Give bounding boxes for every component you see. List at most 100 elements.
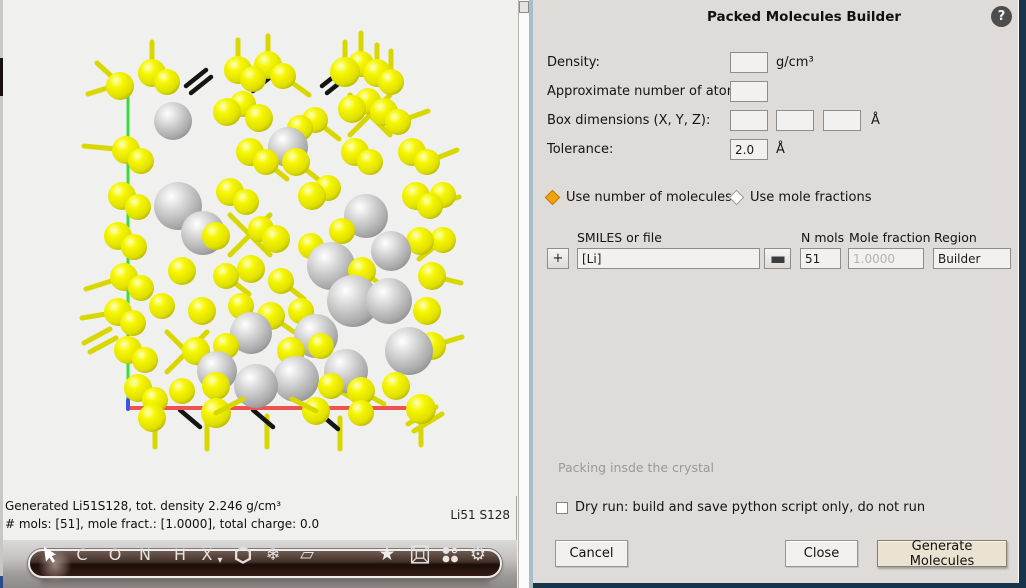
sulfur-atom[interactable] bbox=[154, 69, 180, 95]
element-x-tool[interactable]: X bbox=[202, 540, 213, 569]
sulfur-atom[interactable] bbox=[253, 149, 279, 175]
sulfur-atom[interactable] bbox=[385, 109, 411, 135]
sulfur-atom[interactable] bbox=[270, 63, 296, 89]
use-mole-fractions-label: Use mole fractions bbox=[750, 190, 872, 205]
oxygen-tool[interactable]: O bbox=[109, 540, 122, 569]
sulfur-atom[interactable] bbox=[106, 72, 134, 100]
splitter-handle[interactable] bbox=[519, 1, 529, 13]
lithium-atom[interactable] bbox=[385, 327, 433, 375]
app-window: Generated Li51S128, tot. density 2.246 g… bbox=[0, 0, 1026, 588]
lithium-atom[interactable] bbox=[366, 278, 412, 324]
select-cursor-icon[interactable] bbox=[42, 540, 58, 569]
carbon-tool[interactable]: C bbox=[76, 540, 87, 569]
dry-run-label: Dry run: build and save python script on… bbox=[575, 500, 925, 515]
sulfur-atom[interactable] bbox=[418, 262, 446, 290]
add-row-button[interactable]: + bbox=[547, 248, 569, 269]
box-unit: Å bbox=[871, 113, 880, 128]
box-dimensions-label: Box dimensions (X, Y, Z): bbox=[547, 113, 710, 128]
sulfur-atom[interactable] bbox=[128, 148, 154, 174]
hydrogen-tool[interactable]: H bbox=[174, 540, 186, 569]
dialog-title: Packed Molecules Builder bbox=[533, 9, 1019, 25]
cancel-button[interactable]: Cancel bbox=[555, 540, 628, 567]
smiles-input[interactable] bbox=[577, 248, 760, 269]
sulfur-atom[interactable] bbox=[233, 189, 259, 215]
sulfur-atom[interactable] bbox=[338, 95, 366, 123]
toolbar-reflection bbox=[40, 580, 490, 588]
sulfur-atom[interactable] bbox=[125, 194, 151, 220]
sulfur-atom[interactable] bbox=[357, 149, 383, 175]
nitrogen-tool[interactable]: N bbox=[139, 540, 151, 569]
editor-toolbar: C O N H X ▾ ❄ ▱ ★ bbox=[0, 540, 517, 588]
ring-tool-icon[interactable] bbox=[234, 540, 253, 569]
sulfur-atom[interactable] bbox=[382, 372, 410, 400]
packed-molecules-builder-panel: Packed Molecules Builder ? Density: g/cm… bbox=[533, 0, 1026, 588]
settings-gear-icon[interactable]: ⚙ bbox=[470, 540, 486, 569]
panel-splitter[interactable] bbox=[518, 0, 529, 588]
folder-icon bbox=[771, 253, 785, 264]
sulfur-atom[interactable] bbox=[132, 347, 158, 373]
browse-file-button[interactable] bbox=[764, 248, 791, 269]
sulfur-atom[interactable] bbox=[268, 268, 294, 294]
element-dropdown-icon[interactable]: ▾ bbox=[217, 546, 222, 575]
generate-molecules-button[interactable]: Generate Molecules bbox=[877, 540, 1007, 567]
sulfur-atom[interactable] bbox=[149, 293, 175, 319]
region-input[interactable] bbox=[933, 248, 1011, 269]
box-x-input[interactable] bbox=[730, 110, 768, 131]
sulfur-atom[interactable] bbox=[237, 255, 265, 283]
dry-run-checkbox[interactable] bbox=[556, 502, 568, 514]
sulfur-atom[interactable] bbox=[138, 404, 166, 432]
tolerance-label: Tolerance: bbox=[547, 142, 613, 157]
sulfur-atom[interactable] bbox=[121, 234, 147, 260]
sulfur-atom[interactable] bbox=[262, 225, 290, 253]
favorites-icon[interactable]: ★ bbox=[378, 540, 395, 569]
sulfur-atom[interactable] bbox=[318, 373, 344, 399]
sulfur-atom[interactable] bbox=[329, 218, 355, 244]
sulfur-atom[interactable] bbox=[240, 66, 266, 92]
sulfur-atom[interactable] bbox=[348, 400, 374, 426]
sulfur-atom[interactable] bbox=[298, 182, 326, 210]
sulfur-atom[interactable] bbox=[245, 104, 273, 132]
sulfur-atom[interactable] bbox=[188, 297, 216, 325]
region-header: Region bbox=[934, 230, 977, 245]
n-mols-header: N mols bbox=[801, 230, 844, 245]
atoms-dots-icon[interactable] bbox=[441, 540, 460, 569]
lithium-atom[interactable] bbox=[371, 231, 411, 271]
box-z-input[interactable] bbox=[823, 110, 861, 131]
sulfur-atom[interactable] bbox=[308, 333, 334, 359]
sulfur-atom[interactable] bbox=[169, 378, 195, 404]
sulfur-atom[interactable] bbox=[417, 193, 443, 219]
box-y-input[interactable] bbox=[776, 110, 814, 131]
approx-atoms-input[interactable] bbox=[730, 81, 768, 102]
sulfur-atom[interactable] bbox=[414, 149, 440, 175]
n-mols-input[interactable] bbox=[800, 248, 841, 269]
lithium-atom[interactable] bbox=[273, 356, 319, 402]
plane-tool-icon[interactable]: ▱ bbox=[300, 540, 314, 569]
sulfur-atom[interactable] bbox=[202, 372, 230, 400]
close-button[interactable]: Close bbox=[785, 540, 858, 567]
packing-hint-text: Packing insde the crystal bbox=[558, 460, 714, 475]
sulfur-atom[interactable] bbox=[120, 310, 146, 336]
background-window-sliver bbox=[0, 0, 3, 588]
sulfur-atom[interactable] bbox=[213, 263, 239, 289]
mole-fraction-header: Mole fraction bbox=[849, 230, 931, 245]
sulfur-atom[interactable] bbox=[330, 57, 360, 87]
help-button[interactable]: ? bbox=[991, 6, 1012, 27]
formula-label: Li51 S128 bbox=[450, 508, 510, 522]
use-number-of-molecules-radio[interactable] bbox=[545, 190, 561, 206]
molecule-viewport[interactable] bbox=[0, 0, 517, 496]
sulfur-atom[interactable] bbox=[282, 148, 310, 176]
sulfur-atom[interactable] bbox=[213, 98, 241, 126]
lithium-atom[interactable] bbox=[154, 102, 192, 140]
status-generated-text: Generated Li51S128, tot. density 2.246 g… bbox=[5, 499, 281, 513]
sulfur-atom[interactable] bbox=[413, 297, 441, 325]
density-input[interactable] bbox=[730, 52, 768, 73]
sulfur-atom[interactable] bbox=[406, 394, 436, 424]
sulfur-atom[interactable] bbox=[378, 69, 404, 95]
sulfur-atom[interactable] bbox=[202, 222, 230, 250]
status-bar: Generated Li51S128, tot. density 2.246 g… bbox=[0, 496, 517, 540]
perspective-box-icon[interactable] bbox=[411, 540, 430, 569]
crystal-tool-icon[interactable]: ❄ bbox=[265, 540, 280, 569]
tolerance-input[interactable] bbox=[730, 139, 768, 160]
sulfur-atom[interactable] bbox=[128, 275, 154, 301]
sulfur-atom[interactable] bbox=[168, 257, 196, 285]
